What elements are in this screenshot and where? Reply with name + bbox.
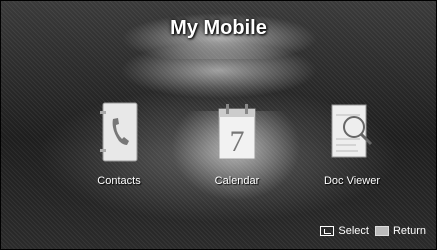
app-label: Calendar: [214, 175, 260, 187]
app-contacts[interactable]: Contacts: [77, 101, 161, 187]
select-hint[interactable]: Select: [320, 225, 369, 237]
doc-viewer-icon: [330, 101, 374, 165]
my-mobile-screen: My Mobile Contacts 7 Calendar Doc Viewer…: [0, 0, 437, 250]
app-label: Doc Viewer: [323, 175, 381, 187]
enter-key-icon: [320, 226, 335, 236]
return-key-icon: [374, 226, 389, 236]
app-calendar[interactable]: 7 Calendar: [195, 101, 279, 187]
calendar-icon: 7: [215, 101, 259, 165]
app-doc-viewer[interactable]: Doc Viewer: [310, 101, 394, 187]
select-label: Select: [338, 225, 369, 237]
contacts-icon: [97, 101, 141, 165]
calendar-day: 7: [230, 125, 245, 158]
return-hint[interactable]: Return: [374, 225, 426, 237]
app-label: Contacts: [97, 175, 141, 187]
return-label: Return: [392, 225, 426, 237]
app-list: Contacts 7 Calendar Doc Viewer: [1, 101, 436, 201]
footer-key-guide: Select Return: [320, 225, 426, 237]
page-title: My Mobile: [170, 17, 267, 39]
